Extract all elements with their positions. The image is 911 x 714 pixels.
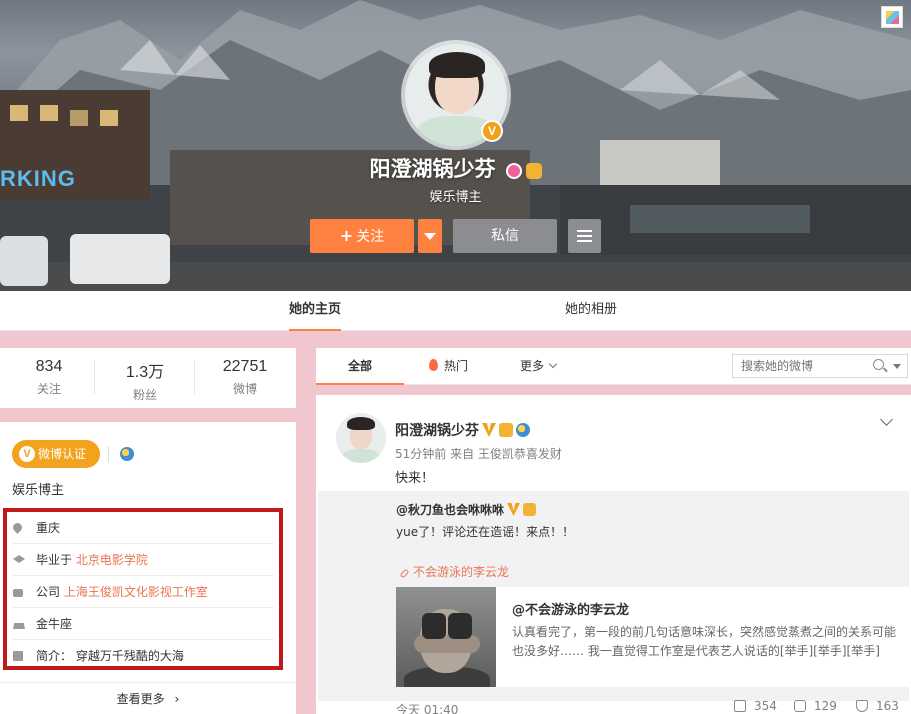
tab-home[interactable]: 她的主页 <box>289 291 342 331</box>
repost-time: 今天 01:40 <box>396 703 459 714</box>
palette-icon <box>886 11 899 24</box>
post-meta: 51分钟前 来自 王俊凯恭喜发财 <box>395 447 562 461</box>
profile-tabbar: 她的主页 她的相册 <box>0 291 911 331</box>
search-input[interactable] <box>733 355 863 377</box>
globe-icon[interactable] <box>120 447 134 461</box>
divider <box>108 446 109 462</box>
tab-album[interactable]: 她的相册 <box>565 291 617 331</box>
comment-count: 129 <box>814 699 837 713</box>
crown-icon[interactable] <box>523 503 537 516</box>
stat-label: 微博 <box>232 382 257 396</box>
thumbs-up-icon <box>856 700 868 712</box>
repost-author-name[interactable]: @秋刀鱼也会咻咻咻 <box>396 503 504 517</box>
feed-tabbar: 全部 热门 更多 <box>316 348 911 385</box>
intro-short: 娱乐博主 <box>12 483 65 498</box>
plus-icon: + <box>339 226 354 245</box>
repost-author: @秋刀鱼也会咻咻咻 <box>396 501 537 518</box>
feed-tab-all[interactable]: 全部 <box>316 348 404 385</box>
profile-name-text: 阳澄湖锅少芬 <box>369 157 496 181</box>
post-options-chevron-icon[interactable] <box>880 413 893 426</box>
like-count: 163 <box>876 699 899 713</box>
feed-tab-hot[interactable]: 热门 <box>429 348 468 385</box>
share-count: 354 <box>754 699 777 713</box>
profile-subtitle: 娱乐博主 <box>429 190 482 205</box>
divider <box>94 360 95 394</box>
link-icon <box>399 568 410 579</box>
feed-tab-more[interactable]: 更多 <box>520 348 558 385</box>
repost-tag-label: 不会游泳的李云龙 <box>413 565 510 579</box>
stat-value: 22751 <box>222 358 268 375</box>
profile-cover: RKING V 阳澄湖锅少芬 娱乐博主 + 关注 私信 <box>0 0 911 291</box>
profile-name: 阳澄湖锅少芬 <box>0 153 911 183</box>
chevron-down-icon <box>548 359 558 369</box>
post-author-name[interactable]: 阳澄湖锅少芬 <box>395 423 479 439</box>
weibo-verify-pill[interactable]: V 微博认证 <box>12 440 100 468</box>
divider <box>194 360 195 394</box>
post-author-avatar[interactable] <box>336 413 386 463</box>
share-icon <box>734 700 746 712</box>
edit-cover-button[interactable] <box>881 6 903 28</box>
post-text: 快来！ <box>395 471 435 486</box>
caret-down-icon[interactable] <box>893 364 901 369</box>
member-icon[interactable] <box>505 163 522 179</box>
stat-value: 1.3万 <box>125 364 165 381</box>
see-more-link[interactable]: 查看更多 › <box>0 682 296 714</box>
globe-icon[interactable] <box>516 423 530 437</box>
crown-icon[interactable] <box>499 423 513 437</box>
stat-label: 粉丝 <box>132 388 157 402</box>
repost-card-body: 认真看完了，第一段的前几句话意味深长，突然感觉蒸煮之间的关系可能也没多好…… 我… <box>512 625 897 658</box>
repost-tag-link[interactable]: 不会游泳的李云龙 <box>399 563 510 580</box>
see-more-label: 查看更多 <box>116 692 165 706</box>
chevron-right-icon: › <box>174 692 180 706</box>
profile-avatar[interactable]: V <box>401 40 511 150</box>
stat-label: 关注 <box>36 382 61 396</box>
message-button[interactable]: 私信 <box>453 219 557 253</box>
feed-tab-hot-label: 热门 <box>444 359 469 373</box>
verified-v-icon <box>482 423 496 437</box>
stat-followers[interactable]: 1.3万 粉丝 <box>96 358 194 403</box>
feed-tab-more-label: 更多 <box>520 359 545 373</box>
comment-action[interactable]: 129 <box>794 699 837 713</box>
follow-button[interactable]: + 关注 <box>310 219 414 253</box>
verified-v-icon <box>507 503 521 516</box>
stat-following[interactable]: 834 关注 <box>0 358 98 397</box>
follow-label: 关注 <box>356 229 385 245</box>
repost-text: yue了！评论还在造谣！来点！！ <box>396 525 575 539</box>
like-action[interactable]: 163 <box>856 699 899 713</box>
stat-value: 834 <box>35 358 63 375</box>
stats-panel: 834 关注 1.3万 粉丝 22751 微博 <box>0 348 296 408</box>
repost-card-title: @不会游泳的李云龙 <box>512 603 630 618</box>
post-author: 阳澄湖锅少芬 <box>395 420 530 440</box>
caret-down-icon <box>424 233 436 240</box>
share-action[interactable]: 354 <box>734 699 777 713</box>
more-menu-button[interactable] <box>568 219 601 253</box>
verified-badge-icon: V <box>481 120 503 142</box>
fire-icon <box>429 359 438 371</box>
feed-post: 阳澄湖锅少芬 51分钟前 来自 王俊凯恭喜发财 快来！ @秋刀鱼也会咻咻咻 yu… <box>316 395 911 714</box>
follow-dropdown-button[interactable] <box>418 219 442 253</box>
menu-icon <box>577 230 592 232</box>
stat-posts[interactable]: 22751 微博 <box>196 358 294 397</box>
repost-card-thumbnail <box>396 587 496 687</box>
feed-search-box[interactable] <box>732 354 908 378</box>
crown-icon[interactable] <box>525 163 542 179</box>
verify-v-icon: V <box>19 446 35 462</box>
comment-icon <box>794 700 806 712</box>
repost-card[interactable]: @不会游泳的李云龙 认真看完了，第一段的前几句话意味深长，突然感觉蒸煮之间的关系… <box>396 587 909 687</box>
reposted-content: @秋刀鱼也会咻咻咻 yue了！评论还在造谣！来点！！ 不会游泳的李云龙 @不会游… <box>318 491 909 701</box>
search-icon[interactable] <box>873 359 884 370</box>
verify-label: 微博认证 <box>38 447 87 461</box>
highlight-frame <box>3 508 283 670</box>
